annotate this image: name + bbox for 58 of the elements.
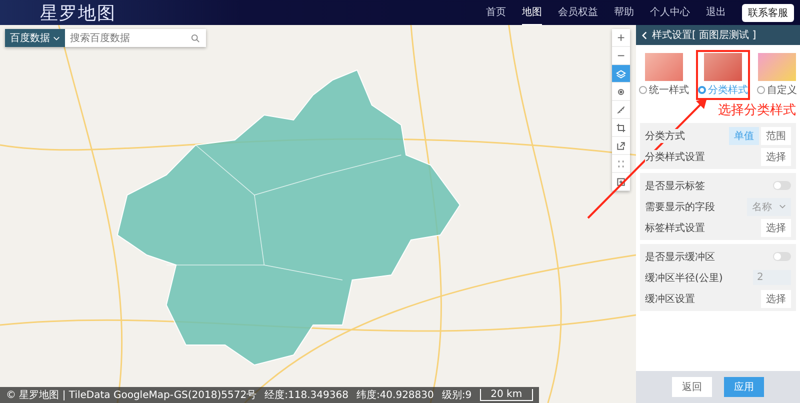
nav-link[interactable]: 会员权益 [558, 0, 598, 26]
style-thumbnail [758, 53, 796, 81]
style-thumbnail [645, 53, 683, 81]
source-dropdown[interactable]: 百度数据 [5, 29, 65, 47]
zoom-level-text: 级别:9 [442, 389, 472, 402]
panel-title: 样式设置[ 面图层测试 ] [652, 28, 756, 42]
target-tool-button[interactable] [612, 83, 630, 101]
copyright-text: © 星罗地图 | TileData GoogleMap-GS(2018)5572号 [6, 388, 257, 402]
choose-button[interactable]: 选择 [761, 218, 791, 236]
segment-button[interactable]: 范围 [761, 126, 791, 144]
export-tool-button[interactable] [612, 137, 630, 155]
choose-button[interactable]: 选择 [761, 148, 791, 166]
style-option[interactable]: 分类样式 [696, 50, 750, 100]
search-icon[interactable] [191, 34, 200, 42]
frame-icon [616, 176, 626, 186]
layers-tool-button[interactable] [612, 65, 630, 83]
toggle-switch[interactable] [773, 252, 791, 261]
nav-link[interactable]: 个人中心 [650, 0, 690, 26]
nav-link[interactable]: 首页 [486, 0, 506, 26]
annotation-text: 选择分类样式 [718, 102, 796, 119]
target-icon [616, 86, 626, 96]
setting-label: 是否显示缓冲区 [645, 250, 715, 264]
return-button[interactable]: 返回 [672, 377, 712, 397]
logo-text: 星罗地图 [40, 2, 116, 24]
setting-label: 缓冲区设置 [645, 292, 695, 306]
setting-label: 需要显示的字段 [645, 200, 715, 214]
setting-label: 缓冲区半径(公里) [645, 270, 723, 284]
setting-label: 标签样式设置 [645, 220, 705, 234]
style-thumbnail [704, 53, 742, 81]
crop-icon [616, 122, 626, 132]
crop-tool-button[interactable] [612, 119, 630, 137]
nav-link[interactable]: 退出 [706, 0, 726, 26]
back-icon[interactable] [642, 30, 647, 40]
style-option[interactable]: 自定义 [755, 50, 799, 100]
longitude-text: 经度:118.349368 [264, 388, 348, 402]
radio-button[interactable] [639, 86, 647, 94]
setting-label: 分类样式设置 [645, 150, 705, 164]
setting-label: 分类方式 [645, 128, 685, 142]
zoom-out-button[interactable]: − [612, 47, 630, 65]
style-option[interactable]: 统一样式 [637, 50, 691, 100]
zoom-in-button[interactable]: + [612, 29, 630, 47]
caret-icon [53, 36, 60, 40]
setting-label: 是否显示标签 [645, 178, 705, 192]
ruler-tool-button[interactable] [612, 101, 630, 119]
caret-icon [779, 204, 786, 209]
latitude-text: 纬度:40.928830 [356, 388, 434, 402]
radio-button[interactable] [698, 86, 706, 94]
choose-button[interactable]: 选择 [761, 290, 791, 308]
toggle-switch[interactable] [773, 181, 791, 190]
nav-link[interactable]: 帮助 [614, 0, 634, 26]
dots-icon [616, 158, 626, 168]
map-drawing[interactable] [0, 25, 636, 403]
radio-button[interactable] [757, 86, 765, 94]
ruler-icon [616, 104, 626, 114]
layers-icon [616, 68, 626, 78]
contact-button[interactable]: 联系客服 [742, 4, 794, 22]
scale-bar: 20 km [480, 389, 534, 401]
export-icon [616, 140, 626, 150]
